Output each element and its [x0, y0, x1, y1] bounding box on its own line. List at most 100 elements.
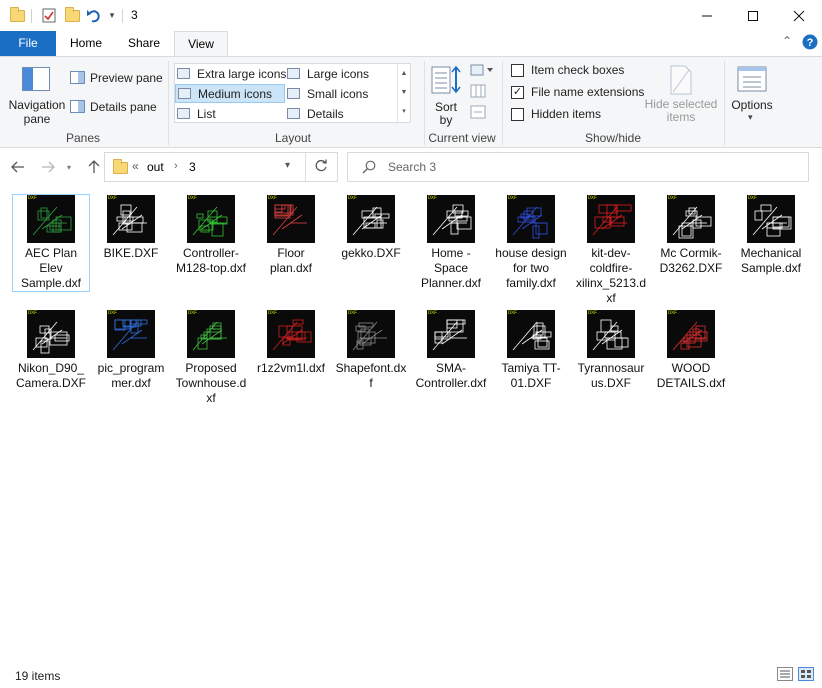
- file-item[interactable]: DXF BIKE.DXF: [93, 195, 169, 261]
- group-divider: [502, 61, 503, 145]
- preview-pane-button[interactable]: Preview pane: [70, 70, 164, 88]
- tab-view[interactable]: View: [174, 31, 228, 57]
- layout-extra-large-icons[interactable]: Extra large icons: [177, 64, 287, 83]
- add-columns-icon[interactable]: [470, 84, 488, 100]
- dxf-thumbnail-icon: DXF: [587, 310, 635, 358]
- item-check-boxes-checkbox[interactable]: Item check boxes: [511, 63, 624, 77]
- forward-button[interactable]: [38, 157, 58, 177]
- details-view-button[interactable]: [777, 667, 793, 681]
- search-box[interactable]: Search 3: [347, 152, 809, 182]
- drawing-preview: [112, 204, 147, 236]
- file-item[interactable]: DXF Mechanical Sample.dxf: [733, 195, 809, 276]
- file-name: AEC Plan Elev Sample.dxf: [20, 246, 82, 290]
- refresh-icon[interactable]: [314, 159, 328, 176]
- file-name-extensions-label: File name extensions: [531, 85, 645, 99]
- recent-locations-chevron-icon[interactable]: ▾: [59, 157, 79, 177]
- file-item[interactable]: DXF Floor plan.dxf: [253, 195, 329, 276]
- navigation-pane-button[interactable]: Navigation pane: [4, 61, 65, 127]
- dxf-thumbnail-icon: DXF: [747, 195, 795, 243]
- close-button[interactable]: [776, 0, 822, 31]
- tab-home[interactable]: Home: [60, 31, 112, 56]
- file-name: Controller-M128-top.dxf: [175, 246, 247, 275]
- layout-medium-icons[interactable]: Medium icons: [175, 84, 285, 103]
- file-item[interactable]: DXF kit-dev-coldfire-xilinx_5213.dxf: [573, 195, 649, 306]
- dxf-thumbnail-icon: DXF: [267, 310, 315, 358]
- file-item[interactable]: DXF Controller-M128-top.dxf: [173, 195, 249, 276]
- maximize-button[interactable]: [730, 0, 776, 31]
- preview-pane-icon: [70, 71, 85, 84]
- customize-toolbar-chevron-icon[interactable]: ▾: [105, 0, 119, 31]
- file-name: Floor plan.dxf: [269, 246, 313, 275]
- drawing-preview: [592, 204, 632, 236]
- checkbox-box: [511, 107, 524, 121]
- extra-large-icons-icon: [177, 68, 190, 79]
- breadcrumb-3[interactable]: 3: [189, 160, 196, 174]
- file-item[interactable]: DXF Tyrannosaurus.DXF: [573, 310, 649, 391]
- tab-share[interactable]: Share: [118, 31, 170, 56]
- ribbon-expand-chevron-icon[interactable]: ⌃: [782, 34, 792, 48]
- drawing-preview: [112, 319, 148, 351]
- up-button[interactable]: [84, 157, 104, 177]
- new-folder-icon[interactable]: [61, 0, 83, 31]
- file-item[interactable]: DXF Mc Cormik-D3262.DXF: [653, 195, 729, 276]
- dxf-thumbnail-icon: DXF: [267, 195, 315, 243]
- file-name: kit-dev-coldfire-xilinx_5213.dxf: [575, 246, 647, 305]
- hide-selected-items-button[interactable]: Hide selected items: [644, 61, 718, 127]
- layout-gallery-scroll[interactable]: ▲ ▼ ▾: [397, 64, 410, 122]
- window-title: 3: [131, 8, 138, 22]
- large-icons-view-button[interactable]: [798, 667, 814, 681]
- file-item[interactable]: DXF pic_programmer.dxf: [93, 310, 169, 391]
- minimize-button[interactable]: [684, 0, 730, 31]
- file-item[interactable]: DXF r1z2vm1l.dxf: [253, 310, 329, 376]
- breadcrumb-out[interactable]: out: [147, 160, 164, 174]
- divider: [122, 9, 123, 23]
- file-item[interactable]: DXF WOOD DETAILS.dxf: [653, 310, 729, 391]
- options-button[interactable]: Options ▾: [728, 61, 776, 127]
- tab-file[interactable]: File: [0, 31, 56, 56]
- layout-small-icons[interactable]: Small icons: [287, 84, 397, 103]
- address-bar[interactable]: « out › 3 ▾: [104, 152, 338, 182]
- undo-icon[interactable]: [84, 0, 104, 31]
- drawing-preview: [192, 206, 228, 237]
- preview-pane-label: Preview pane: [90, 71, 163, 85]
- file-item[interactable]: DXF Nikon_D90_Camera.DXF: [13, 310, 89, 391]
- details-pane-label: Details pane: [90, 100, 157, 114]
- dxf-thumbnail-icon: DXF: [107, 310, 155, 358]
- file-name: Proposed Townhouse.dxf: [175, 361, 247, 405]
- size-columns-icon[interactable]: [470, 105, 488, 121]
- back-button[interactable]: [8, 157, 28, 177]
- layout-option-label: Large icons: [307, 66, 370, 81]
- folder-icon[interactable]: [6, 0, 28, 31]
- layout-list[interactable]: List: [177, 104, 287, 123]
- file-item[interactable]: DXF Home - Space Planner.dxf: [413, 195, 489, 291]
- file-item[interactable]: DXF Proposed Townhouse.dxf: [173, 310, 249, 406]
- file-item[interactable]: DXF gekko.DXF: [333, 195, 409, 261]
- options-label: Options: [731, 98, 773, 112]
- file-item[interactable]: DXF SMA-Controller.dxf: [413, 310, 489, 391]
- path-overflow[interactable]: «: [132, 159, 139, 173]
- title-bar: ▾ 3: [0, 0, 822, 31]
- drawing-preview: [672, 321, 708, 351]
- help-icon[interactable]: ?: [802, 34, 818, 53]
- divider: [305, 153, 306, 181]
- layout-details[interactable]: Details: [287, 104, 397, 123]
- file-item[interactable]: DXF house design for two family.dxf: [493, 195, 569, 291]
- file-item[interactable]: DXF AEC Plan Elev Sample.dxf: [12, 194, 90, 292]
- address-history-chevron-icon[interactable]: ▾: [285, 160, 290, 171]
- layout-large-icons[interactable]: Large icons: [287, 64, 397, 83]
- sort-by-button[interactable]: Sort by: [428, 61, 464, 127]
- svg-text:?: ?: [807, 37, 814, 49]
- item-check-boxes-label: Item check boxes: [531, 63, 625, 77]
- dxf-thumbnail-icon: DXF: [427, 195, 475, 243]
- file-name-extensions-checkbox[interactable]: ✓ File name extensions: [511, 85, 644, 99]
- group-by-icon[interactable]: [470, 63, 494, 79]
- hidden-items-checkbox[interactable]: Hidden items: [511, 107, 601, 121]
- file-item[interactable]: DXF Shapefont.dxf: [333, 310, 409, 391]
- drawing-preview: [512, 321, 552, 351]
- dxf-thumbnail-icon: DXF: [427, 310, 475, 358]
- drawing-preview: [432, 204, 472, 236]
- properties-icon[interactable]: [38, 0, 60, 31]
- file-item[interactable]: DXF Tamiya TT-01.DXF: [493, 310, 569, 391]
- show-hide-group-label: Show/hide: [584, 131, 642, 145]
- details-pane-button[interactable]: Details pane: [70, 99, 164, 117]
